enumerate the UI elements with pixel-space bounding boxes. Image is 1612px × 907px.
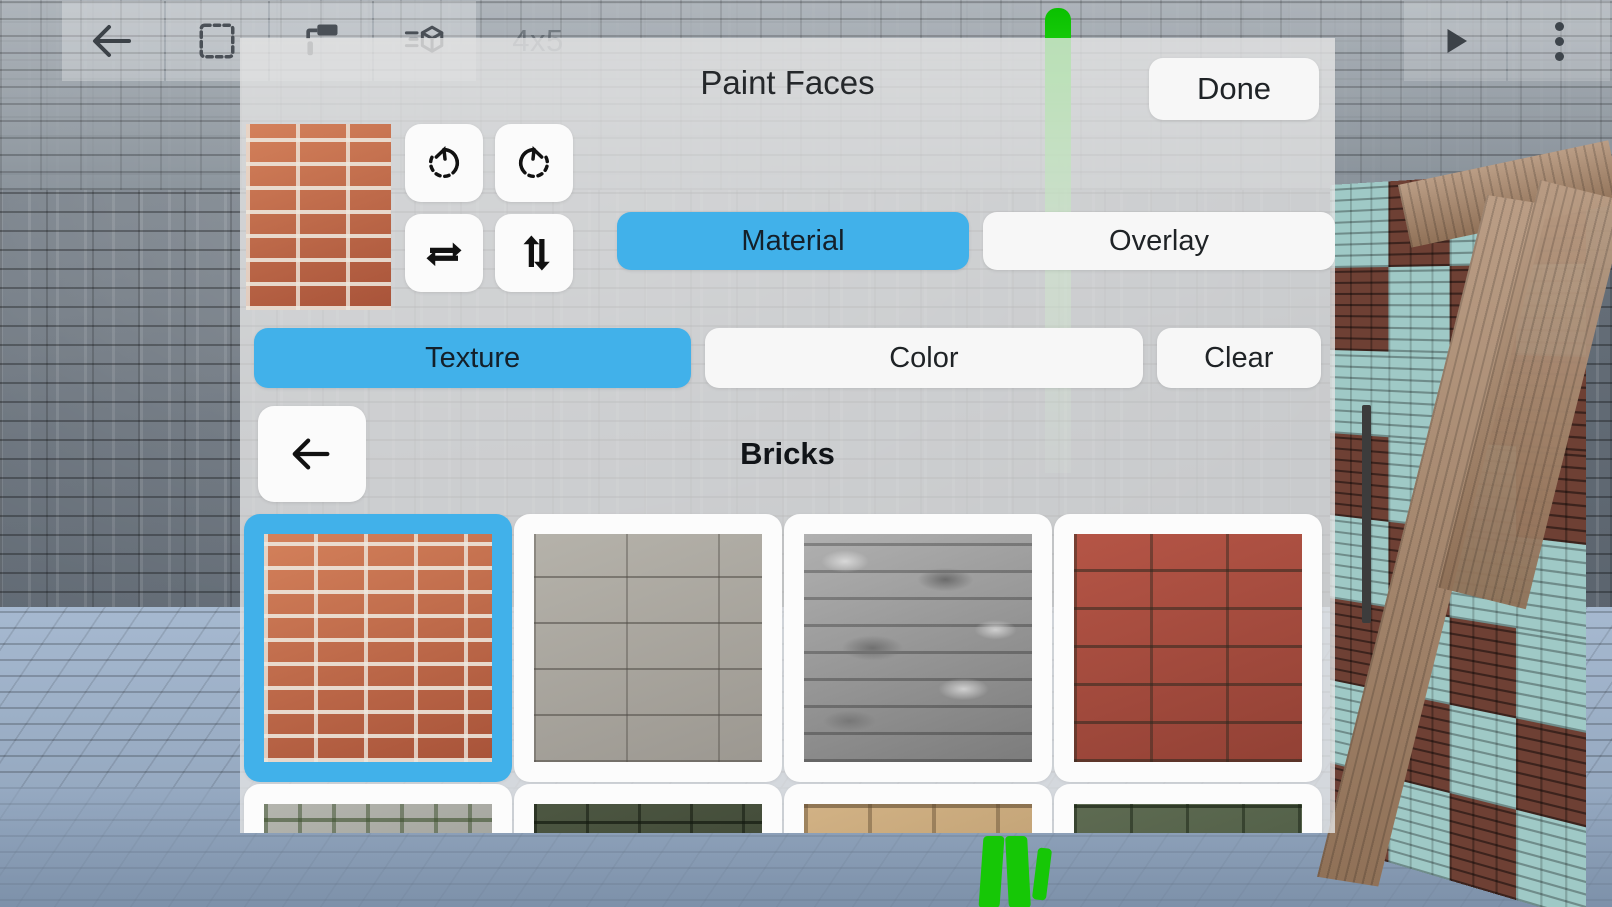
texture-preview[interactable] — [246, 124, 391, 310]
arrow-left-icon — [89, 17, 137, 65]
texture-thumbnail — [534, 804, 762, 833]
fill-tab-group: Texture Color Clear — [240, 328, 1335, 388]
texture-item-gray-concrete-block[interactable] — [514, 514, 782, 782]
category-title: Bricks — [740, 436, 835, 471]
toolbar-menu-button[interactable] — [1508, 1, 1610, 81]
texture-thumbnail — [804, 534, 1032, 762]
arrow-left-icon — [289, 431, 335, 477]
play-icon — [1437, 23, 1473, 59]
texture-thumbnail — [1074, 534, 1302, 762]
texture-item-dark-mossy-stone[interactable] — [514, 784, 782, 833]
texture-item-red-herringbone-paver[interactable] — [1054, 514, 1322, 782]
texture-thumbnail — [264, 804, 492, 833]
flip-horizontal-button[interactable] — [405, 214, 483, 292]
select-region-icon — [196, 20, 238, 62]
tab-material[interactable]: Material — [617, 212, 969, 270]
scene-scrollbar[interactable] — [1362, 405, 1371, 623]
texture-thumbnail — [534, 534, 762, 762]
texture-grid — [240, 514, 1335, 833]
mode-tab-group: Material Overlay — [617, 212, 1335, 270]
flip-horizontal-icon — [423, 232, 465, 274]
texture-thumbnail — [1074, 804, 1302, 833]
tab-clear[interactable]: Clear — [1156, 328, 1321, 388]
texture-item-tan-sandstone-brick[interactable] — [784, 784, 1052, 833]
texture-thumbnail — [264, 534, 492, 762]
tab-color[interactable]: Color — [705, 328, 1143, 388]
toolbar-play-button[interactable] — [1404, 1, 1506, 81]
more-vertical-icon — [1554, 21, 1564, 61]
toolbar-back-button[interactable] — [62, 1, 164, 81]
tab-overlay[interactable]: Overlay — [983, 212, 1335, 270]
texture-thumbnail — [804, 804, 1032, 833]
green-character — [975, 836, 1053, 907]
category-back-button[interactable] — [258, 406, 366, 502]
dialog-header: Paint Faces Done — [240, 38, 1335, 128]
texture-item-mossy-cobblestone[interactable] — [244, 784, 512, 833]
app-root: 4x5 Paint Faces Done — [0, 0, 1612, 907]
transform-row: Material Overlay — [240, 124, 1335, 310]
flip-vertical-icon — [513, 232, 555, 274]
texture-item-orange-brick-wall[interactable] — [244, 514, 512, 782]
texture-item-green-mossy-stone[interactable] — [1054, 784, 1322, 833]
rotate-right-button[interactable] — [495, 124, 573, 202]
dialog-title: Paint Faces — [700, 64, 875, 101]
done-button[interactable]: Done — [1149, 58, 1319, 120]
paint-faces-dialog: Paint Faces Done Material Overlay Textur… — [240, 38, 1335, 833]
tab-texture[interactable]: Texture — [254, 328, 692, 388]
rotate-left-icon — [424, 143, 464, 183]
rotate-left-button[interactable] — [405, 124, 483, 202]
transform-button-grid — [405, 124, 573, 292]
rotate-right-icon — [514, 143, 554, 183]
texture-item-rough-gray-stone[interactable] — [784, 514, 1052, 782]
category-header: Bricks — [240, 398, 1335, 510]
flip-vertical-button[interactable] — [495, 214, 573, 292]
